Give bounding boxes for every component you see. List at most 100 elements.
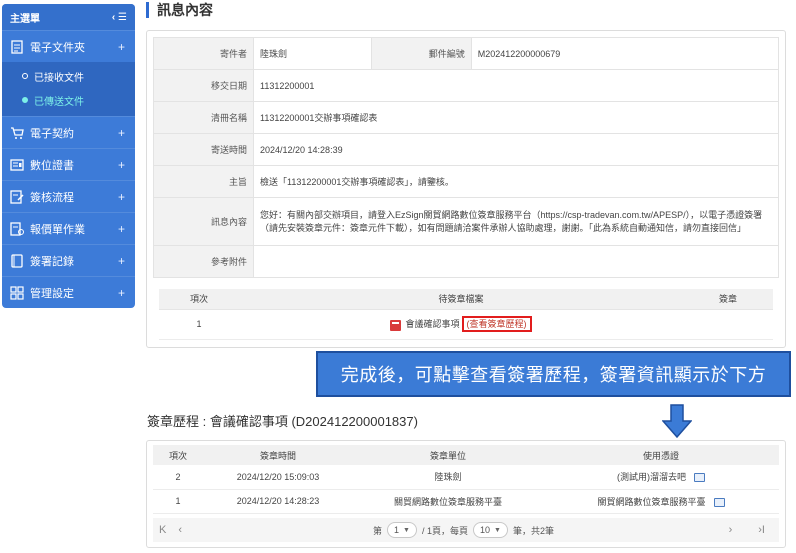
col-index: 項次 <box>153 445 203 465</box>
cart-icon <box>11 126 24 139</box>
cell-unit: 關貿網路數位簽章服務平臺 <box>353 489 543 514</box>
document-list-icon <box>11 39 23 54</box>
signing-history-panel: 項次 簽章時間 簽章單位 使用憑證 2 2024/12/20 15:09:03 … <box>146 440 786 548</box>
subject-value: 檢送「11312200001交辦事項確認表」，請鑒核。 <box>253 165 779 198</box>
table-row: 訊息內容 您好：有關內部交辦項目，請登入EzSign關貿網路數位簽章服務平台（h… <box>153 197 779 246</box>
total-count: 筆，共2筆 <box>512 525 554 536</box>
content-label: 訊息內容 <box>153 197 254 246</box>
sidebar-item-label: 報價單作業 <box>30 223 85 236</box>
subject-label: 主旨 <box>153 165 254 198</box>
expand-icon[interactable]: + <box>118 222 125 236</box>
col-time: 簽章時間 <box>203 445 353 465</box>
menu-toggle-icon[interactable]: ‹ ☰ <box>112 12 127 23</box>
record-book-icon <box>11 253 23 268</box>
per-page-value: 10 <box>479 525 490 535</box>
handover-label: 移交日期 <box>153 69 254 102</box>
cell-unit: 陸珠劍 <box>353 465 543 490</box>
expand-icon[interactable]: + <box>118 126 125 140</box>
approval-flow-icon <box>10 189 24 204</box>
sidebar-item-label: 簽署記錄 <box>30 255 74 268</box>
table-row: 1 會議確認事項 (查看簽章歷程) <box>159 309 773 340</box>
pending-signature-table: 項次 待簽章檔案 簽章 1 會議確認事項 (查看簽章歷程) <box>159 289 773 340</box>
table-row: 移交日期 11312200001 <box>153 69 779 102</box>
table-header-row: 項次 簽章時間 簽章單位 使用憑證 <box>153 445 779 465</box>
prev-page-button[interactable]: ‹ <box>172 524 188 536</box>
sidebar-subitem-received[interactable]: 已接收文件 <box>2 64 135 88</box>
certificate-view-icon[interactable] <box>713 497 725 507</box>
cell-cert: 關貿網路數位簽章服務平臺 <box>543 489 779 514</box>
signing-history-title: 簽章歷程 : 會議確認事項 (D202412200001837) <box>147 414 418 429</box>
sidebar-item-digital-certificate[interactable]: 數位證書 + <box>2 148 135 180</box>
cell-index: 1 <box>153 489 203 514</box>
sidebar-title: 主選單 <box>10 13 40 25</box>
attachment-label: 參考附件 <box>153 245 254 278</box>
sidebar-subitem-sent[interactable]: 已傳送文件 <box>2 88 135 112</box>
first-page-button[interactable]: K <box>153 524 172 536</box>
sidebar-item-quotation[interactable]: 報價單作業 + <box>2 212 135 244</box>
sidebar-subitem-label: 已接收文件 <box>34 72 84 84</box>
sidebar-item-label: 數位證書 <box>30 159 74 172</box>
caret-down-icon: ▼ <box>494 526 501 534</box>
table-header-row: 項次 待簽章檔案 簽章 <box>159 289 773 310</box>
view-signing-history-link[interactable]: (查看簽章歷程) <box>461 316 532 333</box>
col-sign: 簽章 <box>683 289 773 310</box>
page-prefix: 第 <box>373 525 383 536</box>
mail-no-label: 郵件編號 <box>370 37 472 70</box>
expand-icon[interactable]: + <box>118 158 125 172</box>
list-name-label: 清冊名稱 <box>153 101 254 134</box>
sidebar-item-approval-flow[interactable]: 簽核流程 + <box>2 180 135 212</box>
col-cert: 使用憑證 <box>543 445 779 465</box>
row-file-cell: 會議確認事項 (查看簽章歷程) <box>239 309 683 340</box>
table-row: 2 2024/12/20 15:09:03 陸珠劍 (測試用)溜溜去吧 <box>153 465 779 490</box>
page-title: 訊息內容 <box>146 2 213 18</box>
expand-icon[interactable]: + <box>118 254 125 268</box>
sidebar-item-electronic-folder[interactable]: 電子文件夾 + <box>2 30 135 62</box>
table-row: 主旨 檢送「11312200001交辦事項確認表」，請鑒核。 <box>153 165 779 198</box>
page-select[interactable]: 1 ▼ <box>387 522 417 538</box>
col-index: 項次 <box>159 289 239 310</box>
signing-history-table: 項次 簽章時間 簽章單位 使用憑證 2 2024/12/20 15:09:03 … <box>153 445 779 514</box>
sender-label: 寄件者 <box>153 37 254 70</box>
caret-down-icon: ▼ <box>403 526 410 534</box>
sidebar-item-label: 電子契約 <box>30 127 74 140</box>
cell-time: 2024/12/20 15:09:03 <box>203 465 353 490</box>
file-link[interactable]: 會議確認事項 <box>405 319 459 329</box>
col-unit: 簽章單位 <box>353 445 543 465</box>
attachment-value <box>253 245 779 278</box>
col-file: 待簽章檔案 <box>239 289 683 310</box>
sidebar-item-label: 管理設定 <box>30 287 74 300</box>
sidebar-submenu: 已接收文件 已傳送文件 <box>2 62 135 116</box>
next-page-button[interactable]: › <box>723 524 739 536</box>
row-sign-cell <box>683 309 773 340</box>
page-select-value: 1 <box>394 525 400 535</box>
expand-icon[interactable]: + <box>118 40 125 54</box>
bullet-icon <box>22 97 28 103</box>
cell-time: 2024/12/20 14:28:23 <box>203 489 353 514</box>
mail-no-value: M202412200000679 <box>470 37 780 70</box>
sidebar-item-label: 電子文件夾 <box>30 41 85 54</box>
last-page-button[interactable]: ›I <box>752 524 771 536</box>
down-arrow-icon <box>662 404 692 438</box>
settings-grid-icon <box>10 285 24 300</box>
sidebar-item-management[interactable]: 管理設定 + <box>2 276 135 308</box>
expand-icon[interactable]: + <box>118 286 125 300</box>
cert-name: 關貿網路數位簽章服務平臺 <box>597 496 706 507</box>
sidebar-item-signing-record[interactable]: 簽署記錄 + <box>2 244 135 276</box>
message-card: 寄件者 陸珠劍 郵件編號 M202412200000679 移交日期 11312… <box>146 30 786 348</box>
per-page-select[interactable]: 10 ▼ <box>472 522 508 538</box>
message-info-table: 寄件者 陸珠劍 郵件編號 M202412200000679 移交日期 11312… <box>153 37 780 278</box>
cell-index: 2 <box>153 465 203 490</box>
sidebar-item-label: 簽核流程 <box>30 191 74 204</box>
expand-icon[interactable]: + <box>118 190 125 204</box>
certificate-view-icon[interactable] <box>694 473 705 483</box>
sidebar-subitem-label: 已傳送文件 <box>34 96 84 108</box>
table-row: 1 2024/12/20 14:28:23 關貿網路數位簽章服務平臺 關貿網路數… <box>153 489 779 514</box>
table-row: 寄送時間 2024/12/20 14:28:39 <box>153 133 779 166</box>
pagination-right: › ›I <box>723 518 771 542</box>
table-row: 清冊名稱 11312200001交辦事項確認表 <box>153 101 779 134</box>
cert-name: (測試用)溜溜去吧 <box>617 472 686 483</box>
sidebar-item-e-contract[interactable]: 電子契約 + <box>2 116 135 148</box>
quote-form-icon <box>10 221 24 236</box>
table-row: 參考附件 <box>153 245 779 278</box>
row-index: 1 <box>159 309 239 340</box>
